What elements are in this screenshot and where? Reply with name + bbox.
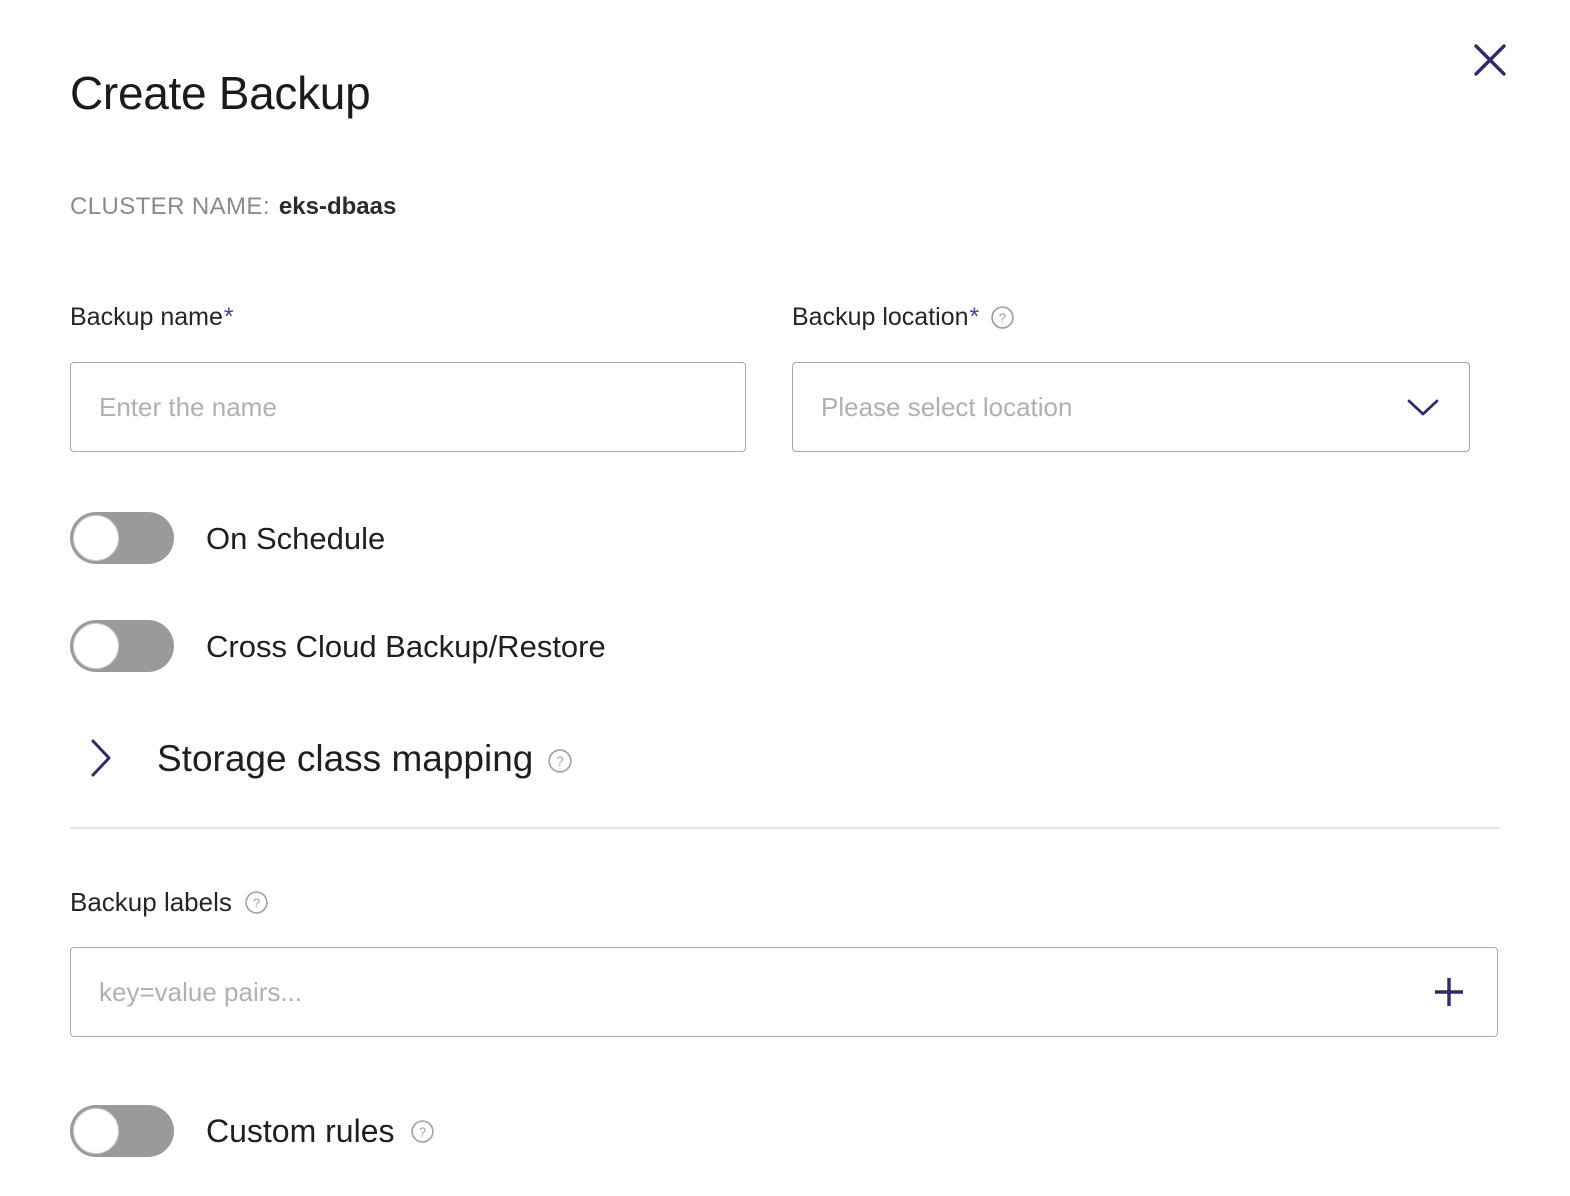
close-icon[interactable] — [1466, 36, 1514, 84]
custom-rules-toggle[interactable] — [70, 1105, 174, 1157]
help-circle-icon-glyph: ? — [548, 749, 573, 773]
help-circle-icon-glyph: ? — [991, 306, 1014, 329]
chevron-right-icon-glyph — [91, 739, 111, 777]
backup-name-field: Backup name * — [70, 305, 746, 452]
toggle-knob — [73, 515, 119, 561]
help-circle-icon[interactable]: ? — [990, 305, 1015, 330]
help-circle-icon[interactable]: ? — [244, 890, 269, 915]
section-divider — [70, 827, 1500, 829]
storage-class-mapping-title-text: Storage class mapping — [157, 737, 534, 779]
toggle-knob — [73, 1108, 119, 1154]
plus-icon — [1435, 978, 1463, 1006]
storage-class-mapping-title: Storage class mapping ? — [157, 740, 573, 777]
help-circle-icon[interactable]: ? — [547, 748, 573, 774]
svg-text:?: ? — [999, 310, 1006, 325]
backup-labels-field: Backup labels ? — [70, 889, 1498, 1037]
help-circle-icon-glyph: ? — [245, 890, 268, 914]
custom-rules-row: Custom rules ? — [70, 1105, 435, 1157]
custom-rules-label: Custom rules ? — [206, 1115, 435, 1147]
backup-labels-input-wrap — [70, 947, 1498, 1037]
backup-location-select[interactable]: Please select location — [792, 362, 1470, 452]
backup-labels-label-text: Backup labels — [70, 887, 232, 917]
cluster-name-row: CLUSTER NAME: eks-dbaas — [70, 193, 396, 222]
backup-name-input[interactable] — [70, 362, 746, 452]
required-asterisk: * — [223, 303, 234, 331]
custom-rules-label-text: Custom rules — [206, 1113, 395, 1149]
help-circle-icon-glyph: ? — [410, 1119, 434, 1143]
chevron-down-icon — [1403, 395, 1443, 419]
backup-location-label: Backup location * ? — [792, 305, 1470, 330]
chevron-down-icon-glyph — [1407, 399, 1439, 416]
backup-location-label-text: Backup location — [792, 303, 969, 331]
backup-location-selected-value: Please select location — [821, 392, 1073, 422]
create-backup-dialog: Create Backup CLUSTER NAME: eks-dbaas Bac… — [0, 0, 1570, 1196]
backup-location-field: Backup location * ? Please select locatio… — [792, 305, 1470, 452]
backup-labels-label: Backup labels ? — [70, 889, 1498, 915]
cross-cloud-row: Cross Cloud Backup/Restore — [70, 620, 606, 672]
cluster-name-value: eks-dbaas — [278, 193, 397, 220]
backup-name-label-text: Backup name — [70, 303, 223, 331]
backup-labels-input[interactable] — [70, 947, 1498, 1037]
on-schedule-row: On Schedule — [70, 512, 385, 564]
cross-cloud-label: Cross Cloud Backup/Restore — [206, 628, 606, 664]
chevron-right-icon — [84, 730, 118, 786]
add-label-button[interactable] — [1426, 969, 1472, 1015]
toggle-knob — [73, 623, 119, 669]
storage-class-mapping-accordion[interactable]: Storage class mapping ? — [84, 730, 573, 786]
on-schedule-label: On Schedule — [206, 520, 386, 556]
required-asterisk: * — [969, 303, 980, 331]
svg-text:?: ? — [253, 895, 260, 910]
page-title: Create Backup — [70, 67, 371, 119]
close-icon-glyph — [1474, 44, 1506, 76]
on-schedule-toggle[interactable] — [70, 512, 174, 564]
help-circle-icon[interactable]: ? — [410, 1119, 435, 1144]
svg-text:?: ? — [418, 1124, 425, 1139]
backup-name-label: Backup name * — [70, 305, 746, 330]
cross-cloud-toggle[interactable] — [70, 620, 174, 672]
cluster-name-label: CLUSTER NAME: — [70, 193, 270, 220]
svg-text:?: ? — [557, 754, 565, 769]
